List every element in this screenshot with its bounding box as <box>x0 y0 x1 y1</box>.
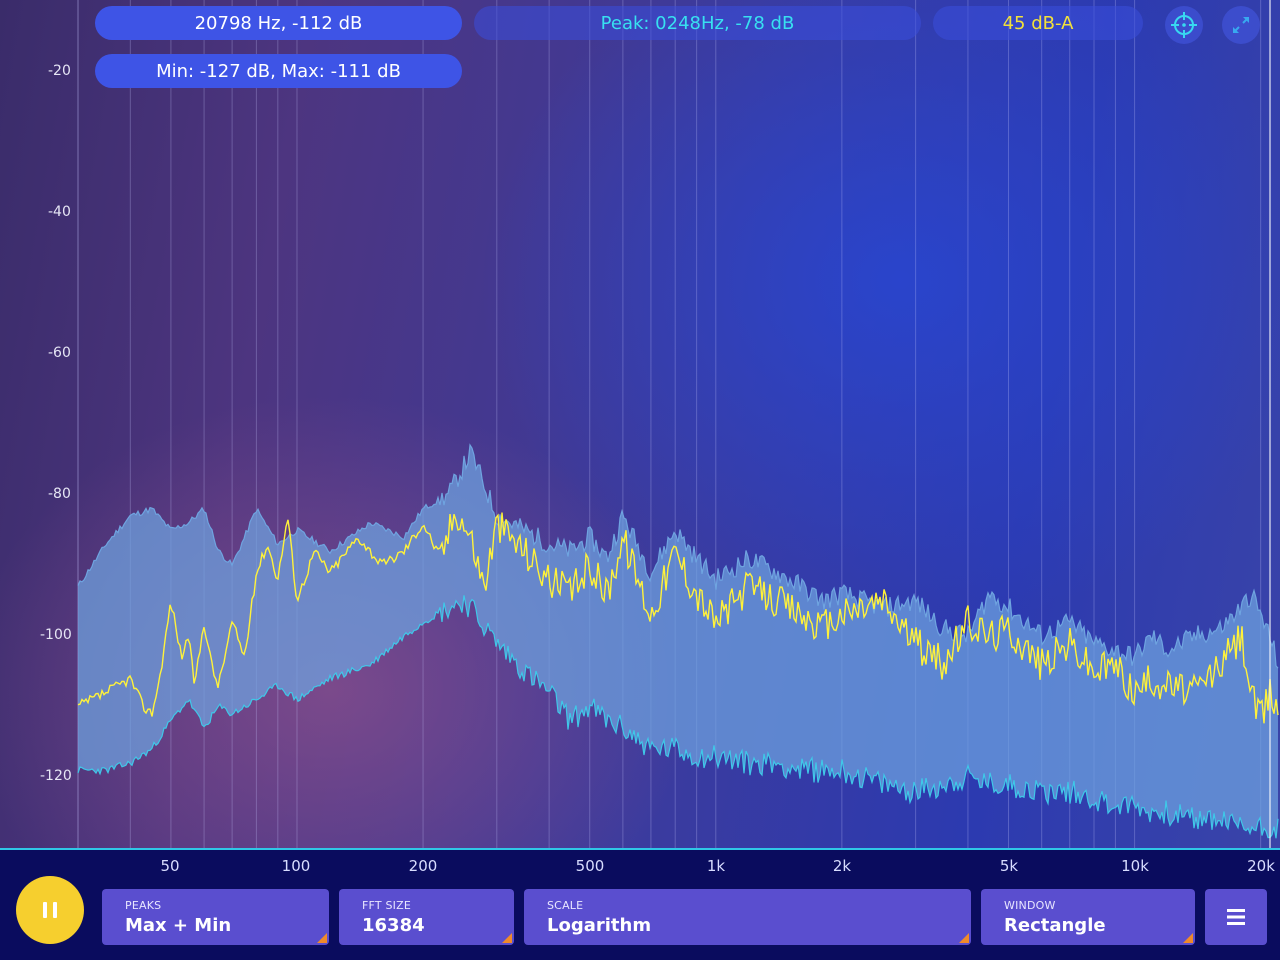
window-label: WINDOW <box>1004 899 1056 912</box>
y-tick-label: -60 <box>48 345 71 361</box>
peaks-label: PEAKS <box>125 899 162 912</box>
peaks-selector[interactable]: PEAKS Max + Min <box>102 889 329 945</box>
peaks-value: Max + Min <box>125 915 232 936</box>
dropdown-corner-icon <box>502 933 512 943</box>
dropdown-corner-icon <box>1183 933 1193 943</box>
cursor-readout[interactable]: 20798 Hz, -112 dB <box>95 6 462 40</box>
window-selector[interactable]: WINDOW Rectangle <box>981 889 1195 945</box>
expand-button[interactable] <box>1222 6 1260 44</box>
x-tick-label: 500 <box>575 857 605 875</box>
scale-selector[interactable]: SCALE Logarithm <box>524 889 971 945</box>
dropdown-corner-icon <box>317 933 327 943</box>
level-readout[interactable]: 45 dB-A <box>933 6 1143 40</box>
scale-label: SCALE <box>547 899 584 912</box>
y-tick-label: -20 <box>48 63 71 79</box>
spectrum-plot[interactable] <box>0 0 1280 848</box>
x-tick-label: 1k <box>706 857 726 875</box>
x-tick-label: 20k <box>1247 857 1275 875</box>
fft-size-selector[interactable]: FFT SIZE 16384 <box>339 889 514 945</box>
y-tick-label: -120 <box>40 768 72 784</box>
x-tick-label: 200 <box>408 857 438 875</box>
fft-size-label: FFT SIZE <box>362 899 411 912</box>
menu-button[interactable] <box>1205 889 1267 945</box>
x-tick-label: 5k <box>999 857 1019 875</box>
x-tick-label: 10k <box>1121 857 1149 875</box>
dropdown-corner-icon <box>959 933 969 943</box>
minmax-readout[interactable]: Min: -127 dB, Max: -111 dB <box>95 54 462 88</box>
peak-readout[interactable]: Peak: 0248Hz, -78 dB <box>474 6 921 40</box>
hamburger-menu-icon <box>1227 909 1245 925</box>
y-tick-label: -40 <box>48 204 71 220</box>
x-tick-label: 2k <box>832 857 852 875</box>
window-value: Rectangle <box>1004 915 1106 936</box>
x-tick-label: 100 <box>281 857 311 875</box>
fft-size-value: 16384 <box>362 915 425 936</box>
pause-icon <box>43 902 57 918</box>
y-tick-label: -80 <box>48 486 71 502</box>
y-tick-label: -100 <box>40 627 72 643</box>
scale-value: Logarithm <box>547 915 652 936</box>
expand-arrows-icon <box>1233 17 1249 33</box>
pause-button[interactable] <box>16 876 84 944</box>
x-tick-label: 50 <box>160 857 180 875</box>
target-button[interactable] <box>1165 6 1203 44</box>
crosshair-target-icon <box>1171 12 1197 38</box>
